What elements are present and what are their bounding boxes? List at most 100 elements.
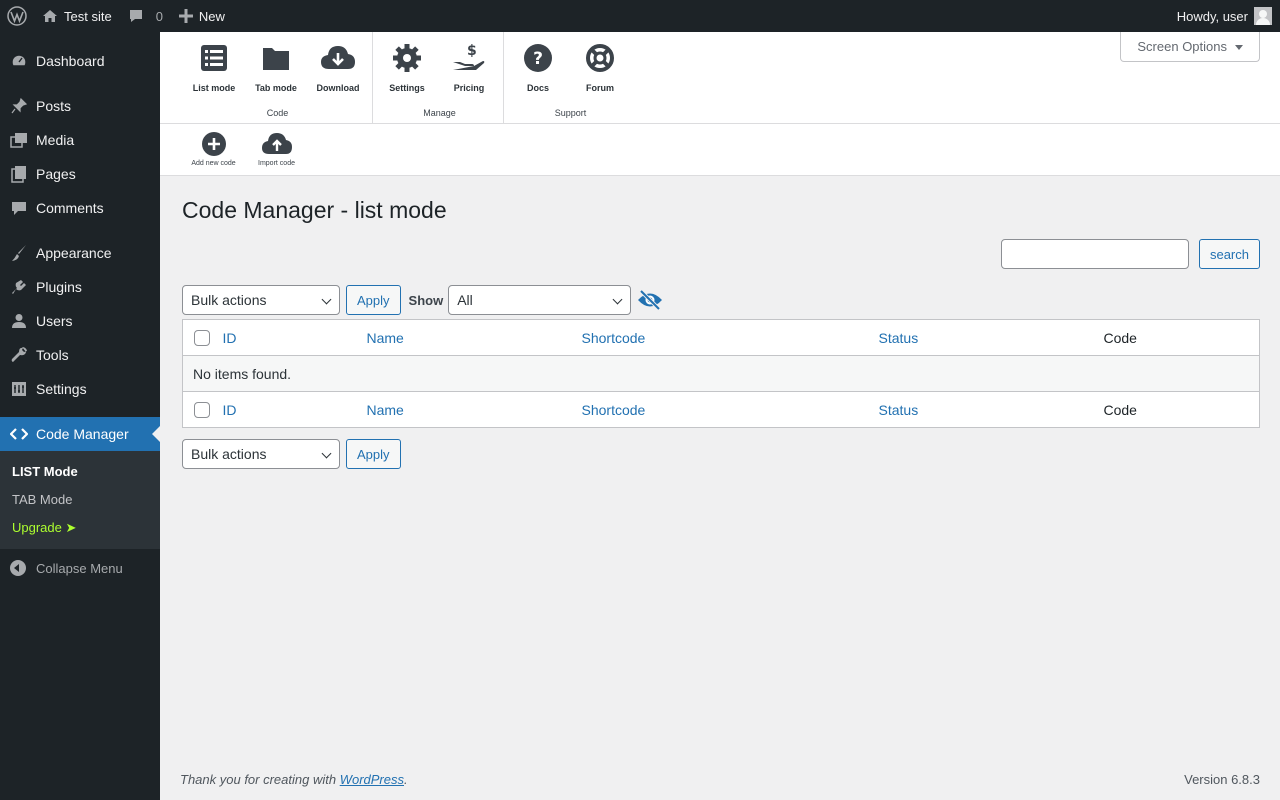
apply-button-bottom[interactable]: Apply bbox=[346, 439, 401, 469]
select-all-checkbox-bottom[interactable] bbox=[194, 402, 210, 419]
list-mode-label: List mode bbox=[192, 83, 236, 93]
pages-icon bbox=[10, 165, 28, 183]
column-status[interactable]: Status bbox=[879, 330, 919, 346]
code-list-table: ID Name Shortcode Status Code No items f… bbox=[182, 319, 1260, 428]
bulk-actions-value: Bulk actions bbox=[191, 292, 267, 308]
bulk-actions-select-bottom[interactable]: Bulk actions bbox=[182, 439, 340, 469]
search-button[interactable]: search bbox=[1198, 239, 1260, 269]
sidebar-item-settings[interactable]: Settings bbox=[0, 372, 160, 406]
apply-button[interactable]: Apply bbox=[346, 285, 401, 315]
docs-button[interactable]: ? Docs bbox=[507, 40, 569, 93]
eye-slash-icon[interactable] bbox=[637, 289, 663, 311]
svg-text:$: $ bbox=[467, 43, 477, 59]
sidebar-item-label: Pages bbox=[36, 166, 76, 182]
collapse-menu-label: Collapse Menu bbox=[36, 560, 123, 576]
tablenav-bottom: Bulk actions Apply bbox=[182, 439, 401, 469]
sidebar-item-label: Posts bbox=[36, 98, 72, 114]
list-mode-button[interactable]: List mode bbox=[183, 40, 245, 93]
bulk-actions-select[interactable]: Bulk actions bbox=[182, 285, 340, 315]
plugin-toolbar: List mode Tab mode Download Code Setting… bbox=[160, 32, 1280, 176]
sidebar-item-users[interactable]: Users bbox=[0, 304, 160, 338]
toolbar-group-code: List mode Tab mode Download Code bbox=[160, 32, 373, 123]
tab-mode-button[interactable]: Tab mode bbox=[245, 40, 307, 93]
collapse-arrow-icon bbox=[10, 560, 26, 576]
import-code-button[interactable]: Import code bbox=[245, 131, 308, 176]
comment-icon bbox=[10, 199, 28, 217]
footer-thanks-suffix: . bbox=[404, 772, 408, 787]
hand-dollar-icon: $ bbox=[438, 40, 500, 76]
add-new-code-button[interactable]: Add new code bbox=[182, 131, 245, 176]
code-manager-submenu: LIST Mode TAB Mode Upgrade ➤ bbox=[0, 451, 160, 549]
download-button[interactable]: Download bbox=[307, 40, 369, 93]
sidebar-item-label: Dashboard bbox=[36, 53, 105, 69]
footer: Thank you for creating with WordPress. V… bbox=[180, 772, 1260, 787]
admin-bar: Test site 0 New Howdy, user bbox=[0, 0, 1280, 32]
settings-label: Settings bbox=[389, 83, 425, 93]
submenu-list-mode[interactable]: LIST Mode bbox=[0, 458, 160, 486]
column-id[interactable]: ID bbox=[223, 330, 237, 346]
footer-thanks: Thank you for creating with WordPress. bbox=[180, 772, 408, 787]
screen-options-button[interactable]: Screen Options bbox=[1120, 32, 1260, 62]
comments-link[interactable]: 0 bbox=[120, 0, 171, 32]
select-all-checkbox[interactable] bbox=[194, 330, 210, 347]
collapse-menu-button[interactable]: Collapse Menu bbox=[0, 551, 160, 585]
footer-thanks-prefix: Thank you for creating with bbox=[180, 772, 340, 787]
footer-version: Version 6.8.3 bbox=[1184, 772, 1260, 787]
svg-text:?: ? bbox=[533, 49, 543, 69]
column-shortcode[interactable]: Shortcode bbox=[582, 330, 646, 346]
sidebar-item-pages[interactable]: Pages bbox=[0, 157, 160, 191]
cloud-upload-icon bbox=[245, 131, 308, 157]
site-name-link[interactable]: Test site bbox=[34, 0, 120, 32]
sidebar-item-appearance[interactable]: Appearance bbox=[0, 236, 160, 270]
column-code: Code bbox=[1103, 401, 1137, 418]
column-status[interactable]: Status bbox=[879, 402, 919, 418]
sidebar-item-dashboard[interactable]: Dashboard bbox=[0, 44, 160, 78]
wordpress-logo-icon[interactable] bbox=[0, 0, 34, 32]
comments-count: 0 bbox=[155, 8, 163, 24]
sidebar-item-posts[interactable]: Posts bbox=[0, 89, 160, 123]
question-icon: ? bbox=[507, 40, 569, 76]
submenu-tab-mode[interactable]: TAB Mode bbox=[0, 486, 160, 514]
show-filter-value: All bbox=[457, 292, 473, 308]
plugin-icon bbox=[10, 278, 28, 296]
settings-icon bbox=[10, 380, 28, 398]
gear-icon bbox=[376, 40, 438, 76]
sidebar-item-plugins[interactable]: Plugins bbox=[0, 270, 160, 304]
pricing-button[interactable]: $ Pricing bbox=[438, 40, 500, 93]
pricing-label: Pricing bbox=[453, 83, 485, 93]
show-filter-select[interactable]: All bbox=[448, 285, 632, 315]
settings-button[interactable]: Settings bbox=[376, 40, 438, 93]
new-content-link[interactable]: New bbox=[171, 0, 233, 32]
user-icon bbox=[10, 312, 28, 330]
column-name[interactable]: Name bbox=[367, 330, 404, 346]
submenu-upgrade[interactable]: Upgrade ➤ bbox=[0, 514, 160, 542]
sidebar-item-label: Media bbox=[36, 132, 75, 148]
sidebar-item-media[interactable]: Media bbox=[0, 123, 160, 157]
plus-icon bbox=[178, 9, 193, 23]
sidebar-item-label: Appearance bbox=[36, 245, 112, 261]
cloud-download-icon bbox=[307, 40, 369, 76]
brush-icon bbox=[10, 244, 28, 262]
home-icon bbox=[42, 8, 58, 24]
download-label: Download bbox=[316, 83, 360, 93]
column-name[interactable]: Name bbox=[367, 402, 404, 418]
page-title: Code Manager - list mode bbox=[182, 197, 447, 223]
wordpress-link[interactable]: WordPress bbox=[340, 772, 404, 787]
media-icon bbox=[10, 131, 28, 149]
show-label: Show bbox=[408, 292, 444, 308]
sidebar-item-code-manager[interactable]: Code Manager bbox=[0, 417, 160, 451]
column-shortcode[interactable]: Shortcode bbox=[582, 402, 646, 418]
search-input[interactable] bbox=[1000, 239, 1189, 269]
table-row: No items found. bbox=[182, 355, 1260, 392]
avatar bbox=[1254, 7, 1272, 25]
sidebar-item-comments[interactable]: Comments bbox=[0, 191, 160, 225]
table-header-row: ID Name Shortcode Status Code bbox=[182, 319, 1260, 356]
forum-button[interactable]: Forum bbox=[569, 40, 631, 93]
caret-down-icon bbox=[1235, 44, 1243, 54]
sidebar-item-label: Settings bbox=[36, 381, 87, 397]
my-account-link[interactable]: Howdy, user bbox=[1169, 0, 1280, 32]
column-id[interactable]: ID bbox=[223, 402, 237, 418]
admin-sidebar: Dashboard Posts Media Pages Comments App… bbox=[0, 32, 160, 800]
sidebar-item-tools[interactable]: Tools bbox=[0, 338, 160, 372]
toolbar-group-support-label: Support bbox=[554, 108, 587, 118]
